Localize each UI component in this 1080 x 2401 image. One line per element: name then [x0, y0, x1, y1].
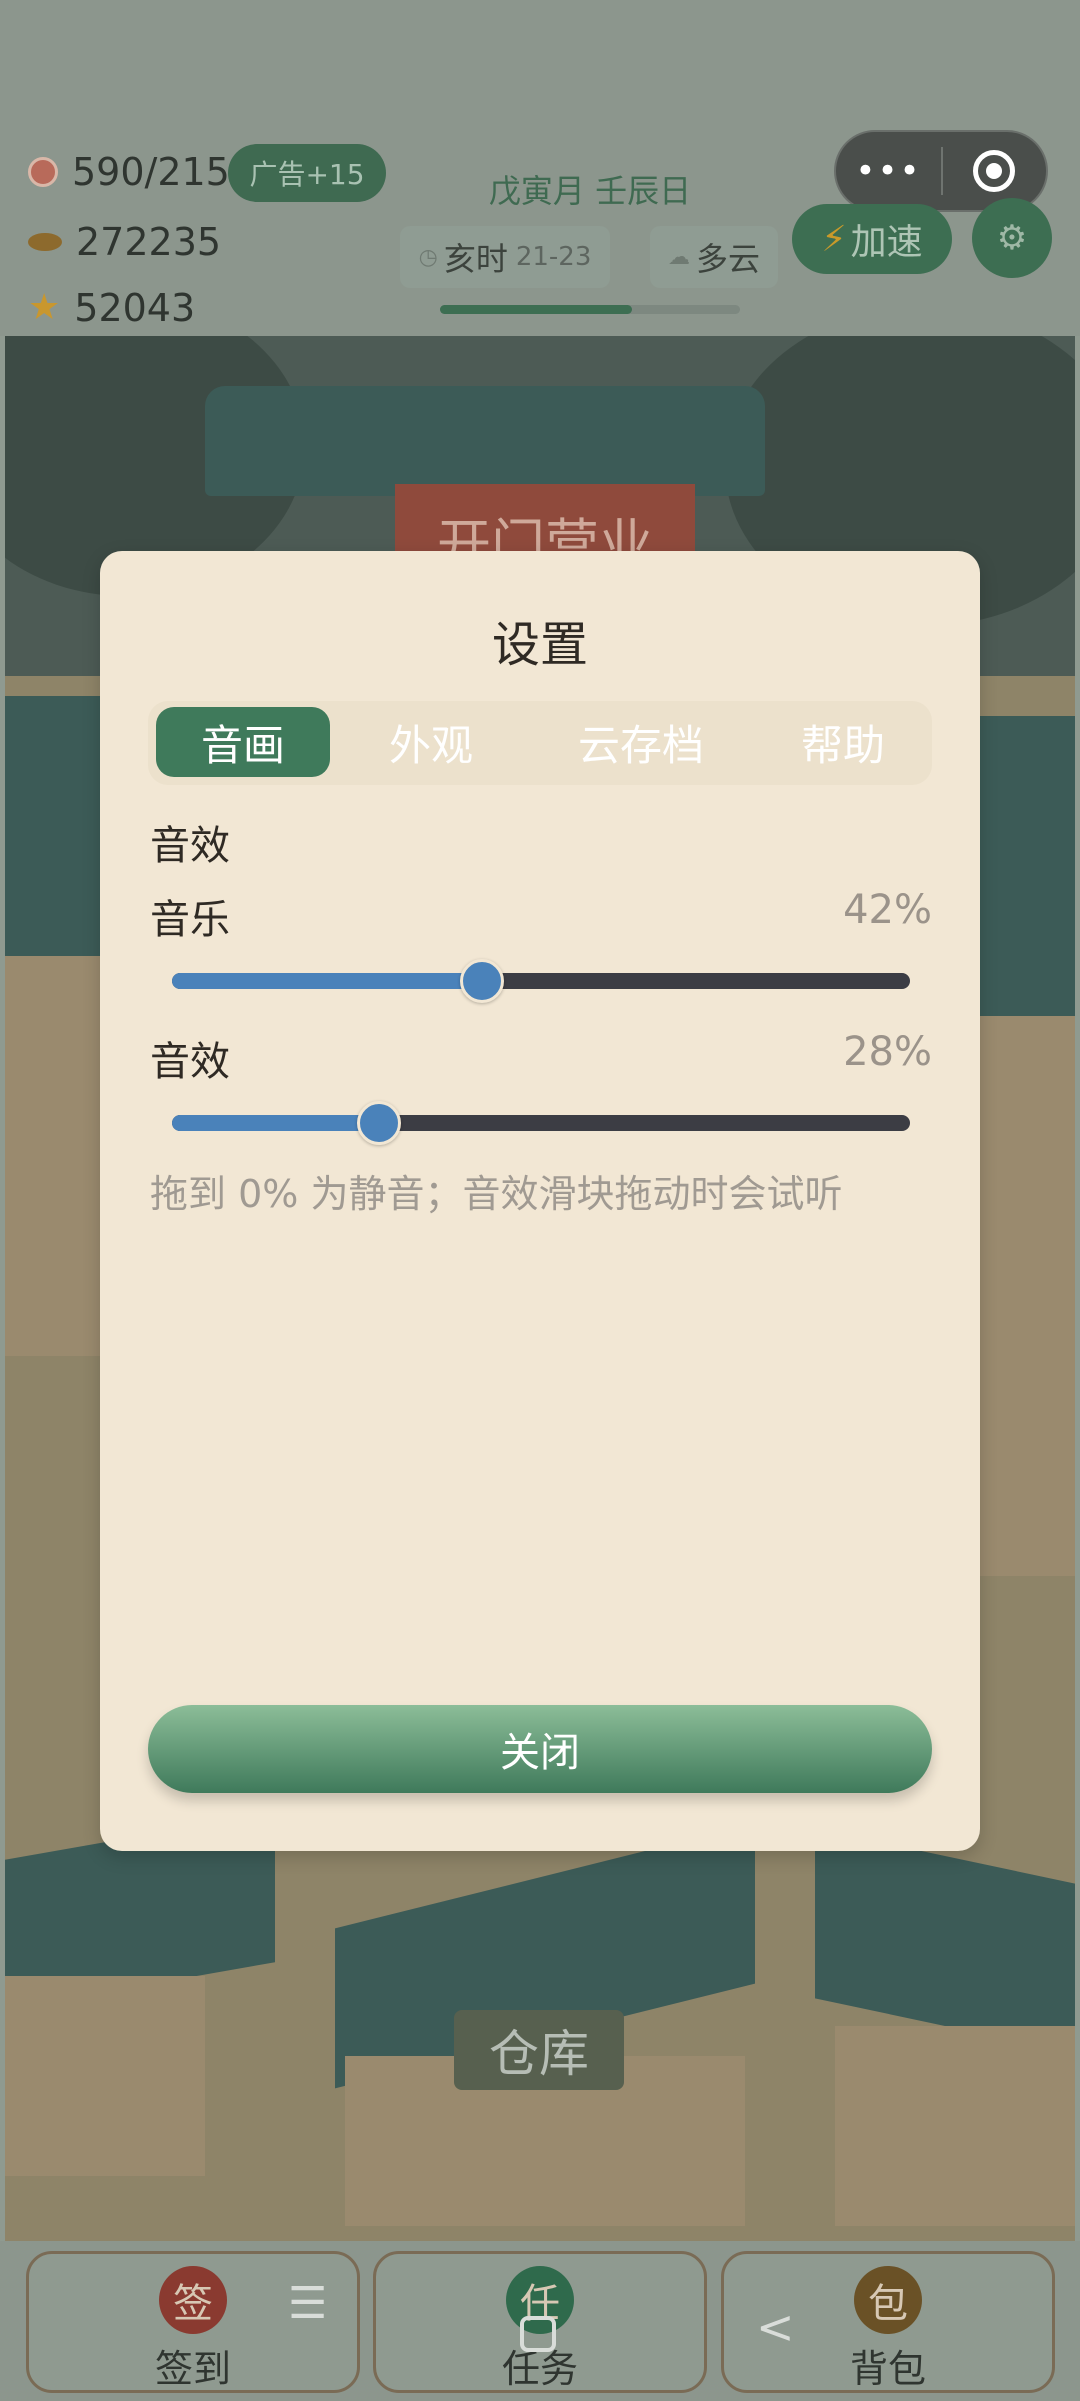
building-wall — [5, 1976, 205, 2176]
gate-roof — [205, 386, 765, 496]
sfx-slider[interactable] — [172, 1101, 910, 1145]
music-label: 音乐 — [150, 897, 230, 943]
music-slider-fill — [172, 973, 482, 989]
building-wall — [835, 2026, 1075, 2226]
close-miniprogram-button[interactable] — [943, 150, 1046, 192]
tab-audio-visual[interactable]: 音画 — [156, 707, 330, 777]
day-progress-bar — [440, 305, 740, 314]
gear-icon: ⚙ — [996, 218, 1028, 258]
ad-bonus-button[interactable]: 广告+15 — [228, 144, 386, 202]
music-value: 42% — [843, 887, 932, 933]
time-range: 21-23 — [515, 242, 592, 272]
time-chip: ◷ 亥时 21-23 — [400, 226, 610, 288]
day-progress-fill — [440, 305, 632, 314]
time-label: 亥时 — [443, 240, 508, 278]
checkin-badge: 签 — [159, 2266, 227, 2334]
star-icon: ★ — [28, 287, 61, 328]
sfx-label: 音效 — [150, 1039, 230, 1085]
calendar-date: 戊寅月 壬辰日 — [488, 172, 692, 210]
sfx-value: 28% — [843, 1029, 932, 1075]
bag-badge: 包 — [854, 2266, 922, 2334]
sfx-slider-thumb[interactable] — [356, 1101, 401, 1145]
building-roof — [965, 716, 1075, 1016]
energy-counter: 590/215 — [28, 150, 230, 194]
coin-value: 272235 — [76, 220, 222, 264]
settings-title: 设置 — [491, 617, 588, 673]
star-value: 52043 — [74, 286, 196, 330]
system-menu-icon[interactable]: ☰ — [288, 2278, 327, 2329]
speed-up-button[interactable]: ⚡ 加速 — [792, 204, 952, 274]
sfx-slider-fill — [172, 1115, 379, 1131]
weather-label: 多云 — [695, 240, 760, 278]
clock-icon: ◷ — [418, 244, 438, 270]
cloud-icon: ☁ — [667, 244, 690, 270]
tab-help[interactable]: 帮助 — [762, 707, 924, 777]
coin-counter: 272235 — [28, 220, 221, 264]
checkin-label: 签到 — [154, 2347, 231, 2391]
settings-button[interactable]: ⚙ — [972, 198, 1052, 278]
system-home-icon[interactable] — [520, 2316, 556, 2352]
lightning-icon: ⚡ — [821, 218, 847, 260]
warehouse-label[interactable]: 仓库 — [454, 2010, 624, 2090]
weather-chip: ☁ 多云 — [650, 226, 778, 288]
top-hud: 590/215 广告+15 272235 ★ 52043 戊寅月 壬辰日 ◷ 亥… — [0, 0, 1080, 336]
system-back-icon[interactable]: < — [756, 2300, 795, 2354]
music-slider-thumb[interactable] — [459, 959, 504, 1003]
sound-section-label: 音效 — [150, 823, 230, 869]
close-button[interactable]: 关闭 — [148, 1705, 932, 1793]
mute-hint: 拖到 0% 为静音；音效滑块拖动时会试听 — [150, 1172, 843, 1216]
target-icon — [973, 150, 1016, 192]
more-options-button[interactable]: ••• — [836, 151, 941, 191]
settings-tabs: 音画 外观 云存档 帮助 — [148, 701, 932, 785]
settings-dialog: 设置 音画 外观 云存档 帮助 音效 音乐 42% 音效 28% 拖到 0% 为… — [100, 551, 980, 1851]
star-counter: ★ 52043 — [28, 286, 195, 330]
building-wall — [5, 956, 105, 1356]
tab-cloud-save[interactable]: 云存档 — [536, 707, 746, 777]
tab-appearance[interactable]: 外观 — [344, 707, 518, 777]
building-wall — [975, 1016, 1075, 1576]
music-slider[interactable] — [172, 959, 910, 1003]
energy-value: 590/215 — [72, 150, 230, 194]
speed-up-label: 加速 — [850, 222, 923, 263]
coin-icon — [28, 233, 62, 251]
energy-icon — [28, 157, 58, 187]
